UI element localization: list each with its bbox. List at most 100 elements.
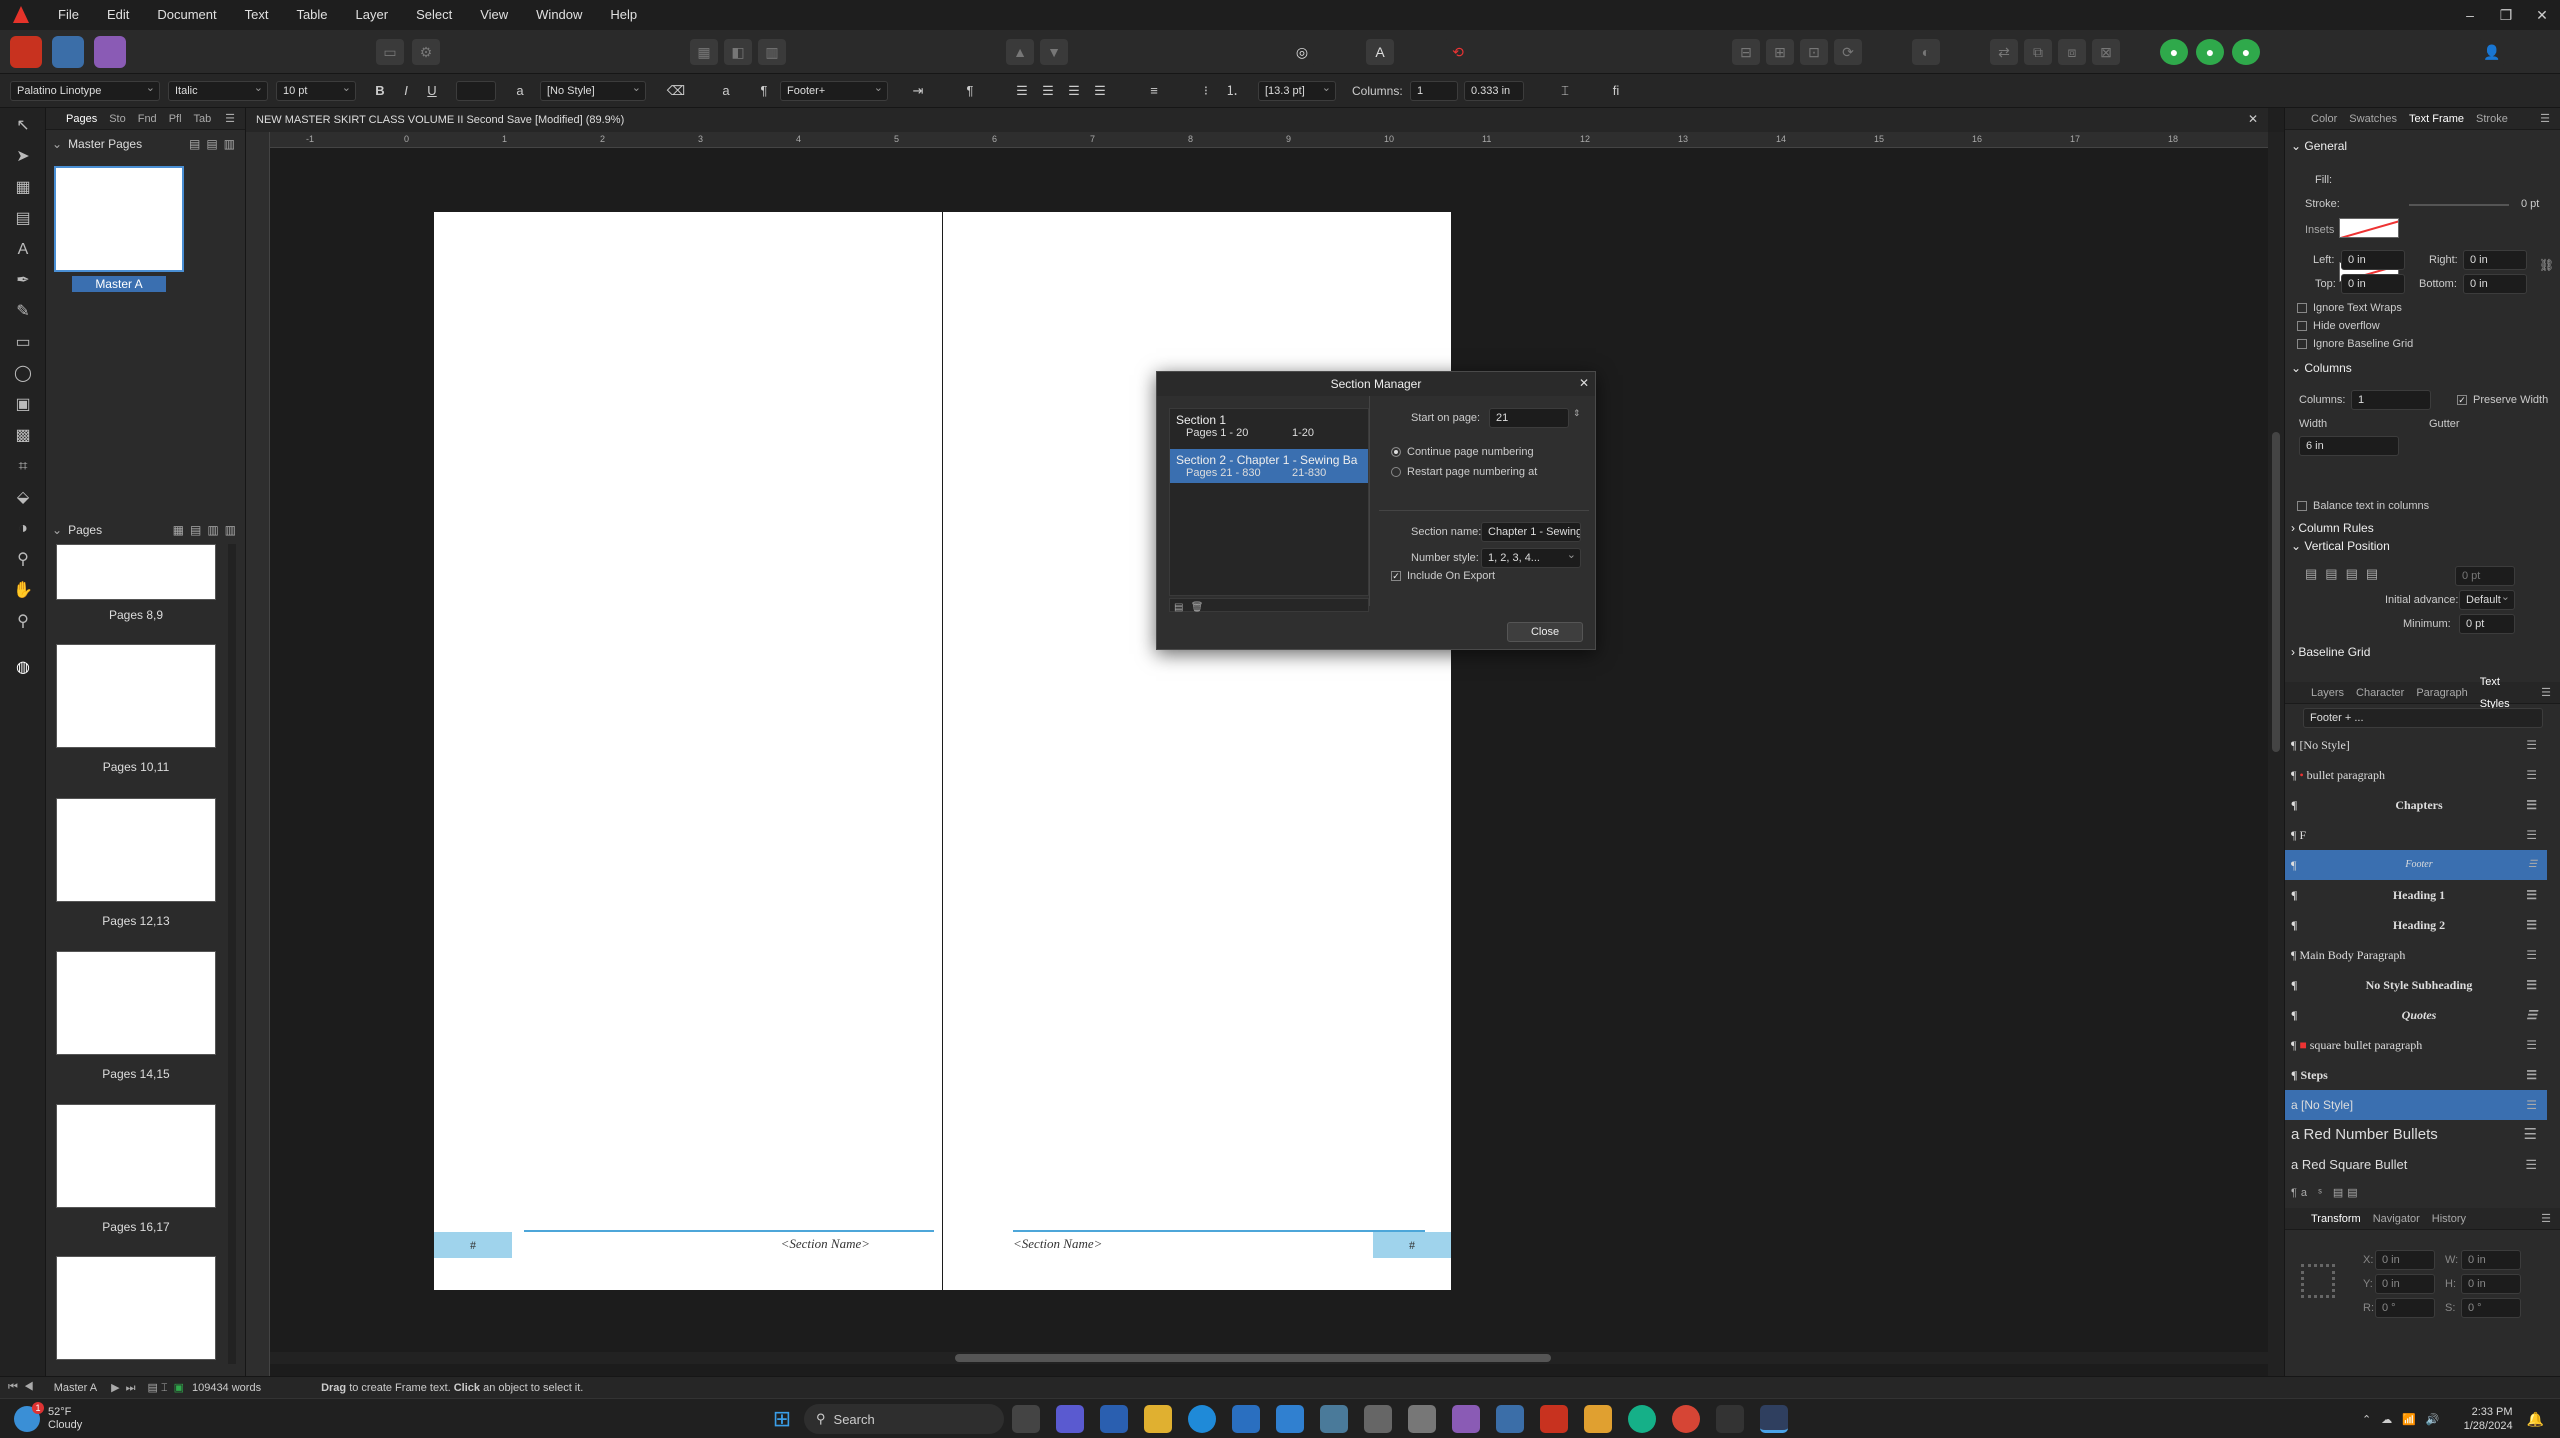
justify-icon[interactable]: ☰ bbox=[1090, 81, 1110, 101]
app-icon[interactable] bbox=[1716, 1405, 1744, 1433]
menu-help[interactable]: Help bbox=[596, 0, 651, 30]
arrange-down-icon[interactable]: ▼ bbox=[1040, 38, 1068, 65]
printer-icon[interactable] bbox=[1408, 1405, 1436, 1433]
tab-find[interactable]: Fnd bbox=[132, 108, 163, 130]
ignore-wraps-checkbox[interactable]: Ignore Text Wraps bbox=[2297, 302, 2402, 314]
transform-menu-icon[interactable]: ☰ bbox=[2535, 1208, 2557, 1230]
lock-icon[interactable]: ⊠ bbox=[2092, 38, 2120, 65]
page-thumb-8-9[interactable] bbox=[56, 544, 216, 600]
gutter-input[interactable]: 0.333 in bbox=[1464, 81, 1524, 101]
document-canvas[interactable]: NEW MASTER SKIRT CLASS VOLUME II Second … bbox=[246, 108, 2268, 1376]
style-item[interactable]: ¶ Heading 2 ☰ bbox=[2285, 910, 2547, 940]
account-icon[interactable]: 👤 bbox=[2478, 38, 2506, 65]
menu-layer[interactable]: Layer bbox=[342, 0, 403, 30]
app-icon[interactable] bbox=[1364, 1405, 1392, 1433]
color-wheel-icon[interactable]: ◍ bbox=[10, 655, 36, 681]
column-rules-header[interactable]: › Column Rules bbox=[2285, 518, 2560, 538]
table-tool-icon[interactable]: ▦ bbox=[10, 175, 36, 201]
start-page-stepper-icon[interactable]: ⇕ bbox=[1573, 408, 1581, 419]
preflight-status-icon[interactable]: ▣ bbox=[174, 1381, 184, 1394]
weather-icon[interactable]: 1 bbox=[14, 1402, 44, 1432]
notifications-bell-icon[interactable]: 🔔 bbox=[2527, 1411, 2544, 1428]
close-button[interactable]: Close bbox=[1507, 622, 1583, 642]
page-thumb-18-19[interactable] bbox=[56, 1256, 216, 1360]
paragraph-panel-icon[interactable]: ⇥ bbox=[908, 81, 928, 101]
word-icon[interactable] bbox=[1100, 1405, 1128, 1433]
tab-layers[interactable]: Layers bbox=[2305, 682, 2350, 704]
minimum-input[interactable]: 0 pt bbox=[2459, 614, 2515, 634]
document-tab[interactable]: NEW MASTER SKIRT CLASS VOLUME II Second … bbox=[246, 108, 2268, 132]
transparency-tool-icon[interactable]: ◑ bbox=[10, 516, 36, 542]
preferences-icon[interactable]: ⚙ bbox=[412, 38, 440, 65]
vertical-align-icons[interactable]: ▤▤▤▤ bbox=[2305, 566, 2386, 582]
text-color-field[interactable] bbox=[456, 81, 496, 101]
hide-overflow-checkbox[interactable]: Hide overflow bbox=[2297, 320, 2380, 332]
stroke-width-slider[interactable] bbox=[2409, 204, 2509, 206]
text-frame-icon[interactable]: ⌶ bbox=[1555, 81, 1575, 101]
horizontal-scrollbar[interactable] bbox=[270, 1352, 2268, 1364]
chat-icon[interactable]: ● bbox=[2196, 38, 2224, 65]
tab-text-frame[interactable]: Text Frame bbox=[2403, 108, 2470, 130]
tab-pages[interactable]: Pages bbox=[60, 108, 103, 130]
character-style-select[interactable]: [No Style] bbox=[540, 81, 646, 101]
master-a-label[interactable]: Master A bbox=[72, 276, 166, 292]
y-input[interactable]: 0 in bbox=[2375, 1274, 2435, 1294]
bold-icon[interactable]: B bbox=[370, 81, 390, 101]
initial-advance-select[interactable]: Default bbox=[2459, 590, 2515, 610]
arrange-up-icon[interactable]: ▲ bbox=[1006, 38, 1034, 65]
system-tray-icons[interactable]: ⌃☁📶🔊 bbox=[2362, 1413, 2450, 1426]
current-page[interactable]: Master A bbox=[54, 1382, 97, 1394]
tab-character[interactable]: Character bbox=[2350, 682, 2410, 704]
affinity-photo-icon[interactable] bbox=[1452, 1405, 1480, 1433]
preserve-width-checkbox[interactable]: ✓ Preserve Width bbox=[2457, 394, 2548, 406]
style-item[interactable]: ¶ [No Style] ☰ bbox=[2285, 730, 2547, 760]
task-view-icon[interactable] bbox=[1012, 1405, 1040, 1433]
restart-numbering-radio[interactable]: Restart page numbering at bbox=[1391, 466, 1537, 478]
artistic-text-tool-icon[interactable]: A bbox=[10, 237, 36, 263]
left-inset-input[interactable]: 0 in bbox=[2341, 250, 2405, 270]
style-item-selected[interactable]: ¶ Footer ☰ bbox=[2285, 850, 2547, 880]
include-on-export-checkbox[interactable]: ✓ Include On Export bbox=[1391, 570, 1495, 582]
add-section-icon[interactable]: ▤ bbox=[1174, 602, 1183, 613]
tab-history[interactable]: History bbox=[2426, 1208, 2472, 1230]
frame-mode-icon[interactable]: ▦ bbox=[690, 38, 718, 65]
style-item[interactable]: ¶ F ☰ bbox=[2285, 820, 2547, 850]
general-section-header[interactable]: ⌄ General bbox=[2285, 136, 2560, 156]
panel-menu-icon[interactable]: ☰ bbox=[219, 108, 241, 130]
dialog-close-icon[interactable]: ✕ bbox=[1579, 376, 1589, 390]
pages-scrollbar[interactable] bbox=[228, 544, 236, 1364]
rectangle-tool-icon[interactable]: ▭ bbox=[10, 330, 36, 356]
spread-icon[interactable]: ▥ bbox=[758, 38, 786, 65]
tab-swatches[interactable]: Swatches bbox=[2343, 108, 2403, 130]
ungroup-icon[interactable]: ⧈ bbox=[2058, 38, 2086, 65]
font-weight-select[interactable]: Italic bbox=[168, 81, 268, 101]
mail-icon[interactable] bbox=[1276, 1405, 1304, 1433]
view-icons[interactable]: ▤ ⌶ bbox=[148, 1381, 168, 1395]
color-picker-tool-icon[interactable]: ⚲ bbox=[10, 547, 36, 573]
page-thumb-12-13[interactable] bbox=[56, 798, 216, 902]
master-a-thumbnail[interactable] bbox=[54, 166, 184, 272]
styles-menu-icon[interactable]: ☰ bbox=[2535, 682, 2557, 704]
column-width-input[interactable]: 6 in bbox=[2299, 436, 2399, 456]
page-actions-icon[interactable]: ▦▤▥▥ bbox=[173, 523, 242, 537]
menu-document[interactable]: Document bbox=[143, 0, 230, 30]
start-page-input[interactable]: 21 bbox=[1489, 408, 1569, 428]
restore-icon[interactable]: ❐ bbox=[2488, 7, 2524, 24]
page-thumb-14-15[interactable] bbox=[56, 951, 216, 1055]
group-icon[interactable]: ⧉ bbox=[2024, 38, 2052, 65]
close-icon[interactable]: ✕ bbox=[2524, 7, 2560, 24]
app-icon[interactable] bbox=[1320, 1405, 1348, 1433]
pilcrow-icon[interactable]: ¶ bbox=[960, 81, 980, 101]
assistant-icon[interactable]: ● bbox=[2160, 38, 2188, 65]
top-inset-input[interactable]: 0 in bbox=[2341, 274, 2405, 294]
designer-persona-icon[interactable] bbox=[52, 35, 84, 68]
node-tool-icon[interactable]: ➤ bbox=[10, 144, 36, 170]
vertical-position-input[interactable]: 0 pt bbox=[2455, 566, 2515, 586]
style-item[interactable]: ¶ • bullet paragraph ☰ bbox=[2285, 760, 2547, 790]
crop-tool-icon[interactable]: ⌗ bbox=[10, 454, 36, 480]
columns-section-header[interactable]: ⌄ Columns bbox=[2285, 358, 2560, 378]
rotation-input[interactable]: 0 ° bbox=[2375, 1298, 2435, 1318]
start-icon[interactable]: ⊞ bbox=[768, 1405, 796, 1433]
page-thumb-10-11[interactable] bbox=[56, 644, 216, 748]
next-page-icon[interactable]: ▶⏭ bbox=[111, 1381, 141, 1395]
